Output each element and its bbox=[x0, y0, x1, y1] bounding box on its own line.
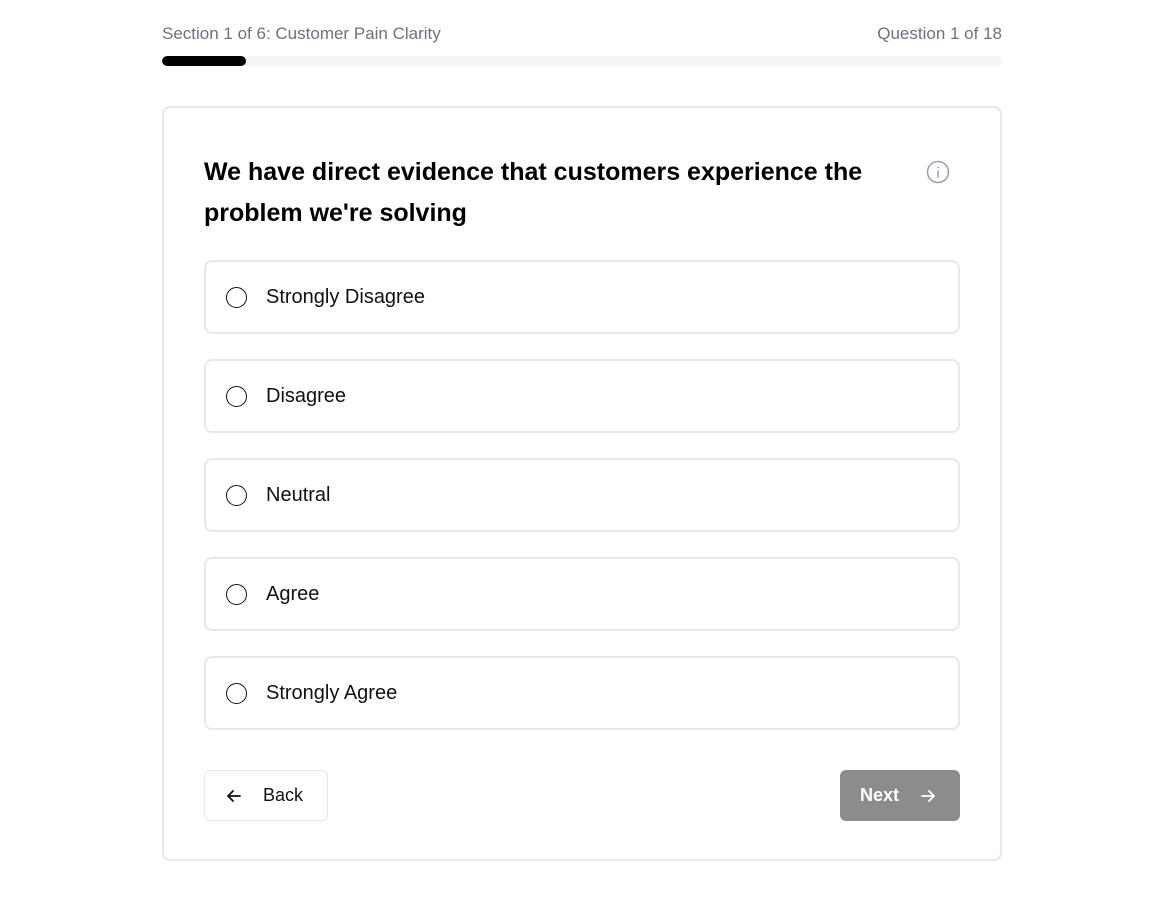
option-label: Strongly Agree bbox=[266, 681, 398, 704]
radio-button[interactable] bbox=[226, 583, 247, 605]
question-card: We have direct evidence that customers e… bbox=[162, 106, 1002, 861]
option-neutral[interactable]: Neutral bbox=[204, 458, 960, 532]
option-label: Disagree bbox=[266, 384, 347, 407]
answer-options: Strongly Disagree Disagree Neutral Agree… bbox=[204, 260, 960, 755]
question-text: We have direct evidence that customers e… bbox=[204, 158, 863, 227]
back-button[interactable]: Back bbox=[204, 770, 328, 821]
progress-bar bbox=[162, 56, 1002, 66]
option-label: Strongly Disagree bbox=[266, 285, 425, 308]
next-button-label: Next bbox=[860, 785, 900, 805]
back-button-label: Back bbox=[263, 785, 304, 805]
section-label: Section 1 of 6: Customer Pain Clarity bbox=[162, 24, 441, 43]
question-counter: Question 1 of 18 bbox=[877, 24, 1002, 43]
option-strongly-disagree[interactable]: Strongly Disagree bbox=[204, 260, 960, 334]
radio-button[interactable] bbox=[226, 484, 247, 506]
arrow-right-icon bbox=[919, 787, 937, 805]
arrow-left-icon bbox=[225, 787, 243, 805]
radio-button[interactable] bbox=[226, 286, 247, 308]
option-label: Agree bbox=[266, 582, 320, 605]
radio-button[interactable] bbox=[226, 385, 247, 407]
option-strongly-agree[interactable]: Strongly Agree bbox=[204, 656, 960, 730]
next-button[interactable]: Next bbox=[840, 770, 960, 821]
option-agree[interactable]: Agree bbox=[204, 557, 960, 631]
progress-header: Section 1 of 6: Customer Pain Clarity Qu… bbox=[162, 22, 1002, 46]
option-disagree[interactable]: Disagree bbox=[204, 359, 960, 433]
option-label: Neutral bbox=[266, 483, 331, 506]
progress-bar-fill bbox=[162, 56, 246, 66]
radio-button[interactable] bbox=[226, 682, 247, 704]
info-icon[interactable] bbox=[925, 159, 951, 185]
